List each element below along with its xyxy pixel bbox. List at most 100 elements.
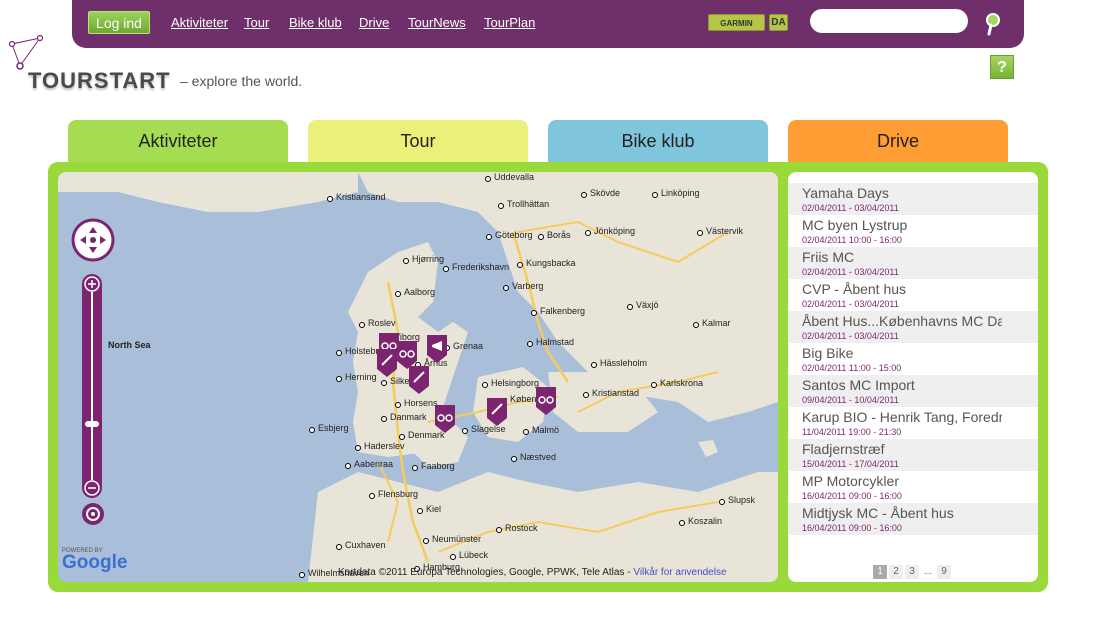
event-marker-bike-icon[interactable] (434, 404, 456, 434)
login-button[interactable]: Log ind (88, 11, 150, 34)
city-dot (496, 527, 502, 533)
google-wordmark: Google (62, 552, 128, 573)
place-label: Helsingborg (491, 378, 540, 388)
tab-bike-klub[interactable]: Bike klub (548, 120, 768, 162)
tab-tour[interactable]: Tour (308, 120, 528, 162)
copyright-text: Kortdata ©2011 Europa Technologies, Goog… (338, 567, 634, 578)
nav-link-tour[interactable]: Tour (244, 15, 269, 30)
event-title[interactable]: Karup BIO - Henrik Tang, Foredrag (802, 409, 1002, 425)
zoom-slider-graphic (84, 276, 100, 496)
event-title[interactable]: Yamaha Days (802, 185, 1002, 201)
place-label: Lübeck (459, 550, 489, 560)
event-marker-wrench-icon[interactable] (486, 397, 508, 427)
place-label: Halmstad (536, 337, 575, 347)
event-list-item[interactable]: Big Bike 02/04/2011 11:00 - 15:00 (788, 343, 1038, 375)
event-title[interactable]: Fladjernstræf (802, 441, 1002, 457)
place-label: Cuxhaven (345, 540, 386, 550)
city-dot (336, 544, 342, 550)
brand-name[interactable]: TOURSTART (28, 68, 171, 94)
city-dot (462, 428, 468, 434)
map-view[interactable]: North Sea Uddevalla Trollhättan Skövde Link… (58, 172, 778, 582)
search-icon[interactable] (984, 12, 1002, 36)
event-marker-wrench-icon[interactable] (408, 365, 430, 395)
event-title[interactable]: Big Bike (802, 345, 1002, 361)
nav-link-tourplan[interactable]: TourPlan (484, 15, 535, 30)
powered-by-google-logo[interactable]: POWERED BY Google (62, 548, 127, 572)
sea-label: North Sea (108, 340, 151, 350)
nav-link-drive[interactable]: Drive (359, 15, 389, 30)
event-date: 09/04/2011 - 10/04/2011 (802, 395, 899, 405)
terms-link[interactable]: Vilkår for anvendelse (633, 567, 726, 578)
help-button[interactable]: ? (990, 55, 1014, 79)
place-label: Koszalin (688, 516, 723, 526)
brand-tagline: – explore the world. (180, 73, 303, 89)
page-1[interactable]: 1 (873, 565, 887, 579)
event-list-item[interactable]: MP Motorcykler 16/04/2011 09:00 - 16:00 (788, 471, 1038, 503)
event-list-item[interactable]: Åbent Hus...Københavns MC Dage 02/04/2011… (788, 311, 1038, 343)
city-dot (309, 427, 315, 433)
page-3[interactable]: 3 (905, 565, 919, 579)
event-list-item[interactable]: MC byen Lystrup 02/04/2011 10:00 - 16:00 (788, 215, 1038, 247)
city-dot (482, 382, 488, 388)
place-label: Jönköping (594, 226, 636, 236)
pagination: 1 2 3... 9 (873, 561, 953, 579)
city-dot (417, 508, 423, 514)
place-label: Kristianstad (592, 388, 640, 398)
map-settings-gear-icon[interactable] (81, 502, 105, 526)
event-title[interactable]: Åbent Hus...Københavns MC Dage (802, 313, 1002, 329)
event-date: 02/04/2011 - 03/04/2011 (802, 203, 899, 213)
city-dot (299, 572, 305, 578)
zoom-slider[interactable] (82, 274, 102, 498)
place-label: Herning (345, 372, 377, 382)
event-title[interactable]: Midtjysk MC - Åbent hus (802, 505, 1002, 521)
search-input[interactable] (810, 9, 968, 33)
event-title[interactable]: MP Motorcykler (802, 473, 1002, 489)
city-dot (395, 291, 401, 297)
event-list-item[interactable]: Santos MC Import 09/04/2011 - 10/04/2011 (788, 375, 1038, 407)
city-dot (719, 499, 725, 505)
nav-link-tournews[interactable]: TourNews (408, 15, 466, 30)
garmin-button[interactable]: GARMIN (708, 14, 765, 31)
event-title[interactable]: Santos MC Import (802, 377, 1002, 393)
event-marker-horn-icon[interactable] (426, 334, 448, 364)
place-label: Göteborg (495, 230, 533, 240)
event-list-item[interactable]: Friis MC 02/04/2011 - 03/04/2011 (788, 247, 1038, 279)
city-dot (403, 258, 409, 264)
page-9[interactable]: 9 (937, 565, 951, 579)
place-label: Malmö (532, 425, 560, 435)
event-date: 15/04/2011 - 17/04/2011 (802, 459, 899, 469)
place-label: Neumünster (432, 534, 482, 544)
event-list-item[interactable]: Karup BIO - Henrik Tang, Foredrag 11/04/2… (788, 407, 1038, 439)
event-title[interactable]: MC byen Lystrup (802, 217, 1002, 233)
city-dot (336, 376, 342, 382)
event-title[interactable]: CVP - Åbent hus (802, 281, 1002, 297)
event-list-item[interactable]: Fladjernstræf 15/04/2011 - 17/04/2011 (788, 439, 1038, 471)
event-date: 16/04/2011 09:00 - 16:00 (802, 523, 902, 533)
nav-link-aktiviteter[interactable]: Aktiviteter (171, 15, 228, 30)
city-dot (381, 380, 387, 386)
place-label: Hässleholm (600, 358, 648, 368)
tab-aktiviteter[interactable]: Aktiviteter (68, 120, 288, 162)
city-dot (336, 350, 342, 356)
map-pan-control-icon[interactable] (71, 218, 115, 262)
language-button[interactable]: DA (769, 14, 788, 31)
place-label: Uddevalla (494, 172, 535, 182)
place-label: Rostock (505, 523, 538, 533)
nav-link-bike-klub[interactable]: Bike klub (289, 15, 342, 30)
city-dot (652, 192, 658, 198)
place-label: Horsens (404, 398, 438, 408)
event-list-item[interactable]: Yamaha Days 02/04/2011 - 03/04/2011 (788, 183, 1038, 215)
event-date: 02/04/2011 - 03/04/2011 (802, 267, 899, 277)
event-date: 02/04/2011 10:00 - 16:00 (802, 235, 902, 245)
place-label: Karlskrona (660, 378, 704, 388)
page-2[interactable]: 2 (889, 565, 903, 579)
event-marker-bike-icon[interactable] (535, 386, 557, 416)
event-list-item[interactable]: CVP - Åbent hus 02/04/2011 - 03/04/2011 (788, 279, 1038, 311)
tab-drive[interactable]: Drive (788, 120, 1008, 162)
place-label: Trollhättan (507, 199, 550, 209)
event-title[interactable]: Friis MC (802, 249, 1002, 265)
city-dot (679, 520, 685, 526)
event-marker-wrench-icon[interactable] (376, 348, 398, 378)
page-ellipsis: ... (923, 566, 933, 577)
event-list-item[interactable]: Midtjysk MC - Åbent hus 16/04/2011 09:00 … (788, 503, 1038, 535)
